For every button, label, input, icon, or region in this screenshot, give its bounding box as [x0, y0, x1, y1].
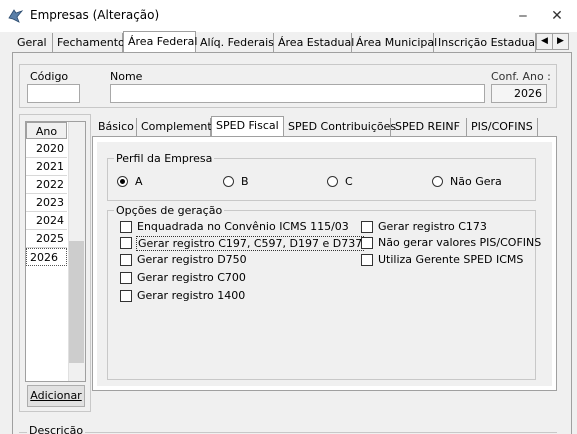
nome-label: Nome: [110, 70, 143, 83]
opt-convenio-label[interactable]: Enquadrada no Convênio ICMS 115/03: [137, 220, 349, 233]
tab-area-municipal[interactable]: Área Municipal: [352, 33, 437, 52]
perfil-c-radio[interactable]: [327, 176, 338, 187]
year-row[interactable]: 2025: [26, 230, 67, 248]
tab-complemento[interactable]: Complemento: [137, 118, 218, 136]
app-icon: [7, 8, 24, 24]
year-row-selected[interactable]: 2026: [26, 248, 67, 266]
perfil-b-label[interactable]: B: [241, 175, 249, 188]
tab-area-estadual[interactable]: Área Estadual: [274, 33, 354, 52]
opt-gerente-sped-label[interactable]: Utiliza Gerente SPED ICMS: [378, 253, 523, 266]
tab-sped-contribuicoes[interactable]: SPED Contribuições: [284, 118, 396, 136]
year-row[interactable]: 2020: [26, 140, 67, 158]
tab-geral[interactable]: Geral: [13, 33, 53, 52]
opt-1400-label[interactable]: Gerar registro 1400: [137, 289, 245, 302]
descricao-group-line: [19, 432, 557, 433]
year-column-header: Ano: [26, 122, 67, 139]
opt-gerente-sped-checkbox[interactable]: [361, 254, 373, 266]
tab-basico[interactable]: Básico: [94, 118, 137, 136]
opcoes-title: Opções de geração: [114, 204, 225, 217]
tab-aliq-federais[interactable]: Alíq. Federais: [196, 33, 274, 52]
minimize-button[interactable]: ‒: [513, 6, 533, 26]
year-row[interactable]: 2022: [26, 176, 67, 194]
perfil-c-label[interactable]: C: [345, 175, 353, 188]
perfil-b-radio[interactable]: [223, 176, 234, 187]
perfil-nao-gera-radio[interactable]: [432, 176, 443, 187]
opt-c173-label[interactable]: Gerar registro C173: [378, 220, 487, 233]
opt-d750-checkbox[interactable]: [120, 254, 132, 266]
nome-field[interactable]: [110, 84, 485, 103]
opt-c700-label[interactable]: Gerar registro C700: [137, 271, 246, 284]
year-row[interactable]: 2023: [26, 194, 67, 212]
tab-sped-fiscal[interactable]: SPED Fiscal: [211, 116, 284, 136]
window-title: Empresas (Alteração): [30, 8, 160, 22]
opt-c700-checkbox[interactable]: [120, 272, 132, 284]
opt-c197-label[interactable]: Gerar registro C197, C597, D197 e D737: [136, 236, 365, 251]
perfil-a-radio[interactable]: [117, 176, 128, 187]
opt-d750-label[interactable]: Gerar registro D750: [137, 253, 247, 266]
opt-1400-checkbox[interactable]: [120, 290, 132, 302]
opt-pis-cofins-label[interactable]: Não gerar valores PIS/COFINS: [378, 236, 541, 249]
opt-pis-cofins-checkbox[interactable]: [361, 237, 373, 249]
add-year-button[interactable]: Adicionar: [27, 385, 85, 407]
conf-ano-label: Conf. Ano :: [491, 70, 551, 83]
tab-scroll-buttons: ◀ ▶: [536, 33, 569, 50]
descricao-label: Descrição: [27, 426, 86, 434]
tab-pis-cofins[interactable]: PIS/COFINS: [467, 118, 538, 136]
tab-scroll-right-icon[interactable]: ▶: [553, 34, 568, 49]
perfil-title: Perfil da Empresa: [114, 152, 215, 165]
perfil-nao-gera-label[interactable]: Não Gera: [450, 175, 502, 188]
opt-convenio-checkbox[interactable]: [120, 221, 132, 233]
perfil-a-label[interactable]: A: [135, 175, 143, 188]
year-row[interactable]: 2021: [26, 158, 67, 176]
tab-fechamento[interactable]: Fechamento: [53, 33, 125, 52]
codigo-label: Código: [30, 70, 69, 83]
opt-c197-checkbox[interactable]: [120, 237, 132, 249]
tab-scroll-left-icon[interactable]: ◀: [537, 34, 553, 49]
years-scrollbar-thumb[interactable]: [69, 241, 84, 363]
tab-inscricao-estadual[interactable]: Inscrição Estadual S: [434, 33, 536, 52]
opt-c173-checkbox[interactable]: [361, 221, 373, 233]
conf-ano-field: 2026: [491, 84, 547, 103]
year-row[interactable]: 2024: [26, 212, 67, 230]
codigo-field[interactable]: [27, 84, 80, 103]
tab-area-federal[interactable]: Área Federal: [123, 31, 197, 52]
close-button[interactable]: ✕: [547, 6, 567, 26]
tab-sped-reinf[interactable]: SPED REINF: [391, 118, 467, 136]
